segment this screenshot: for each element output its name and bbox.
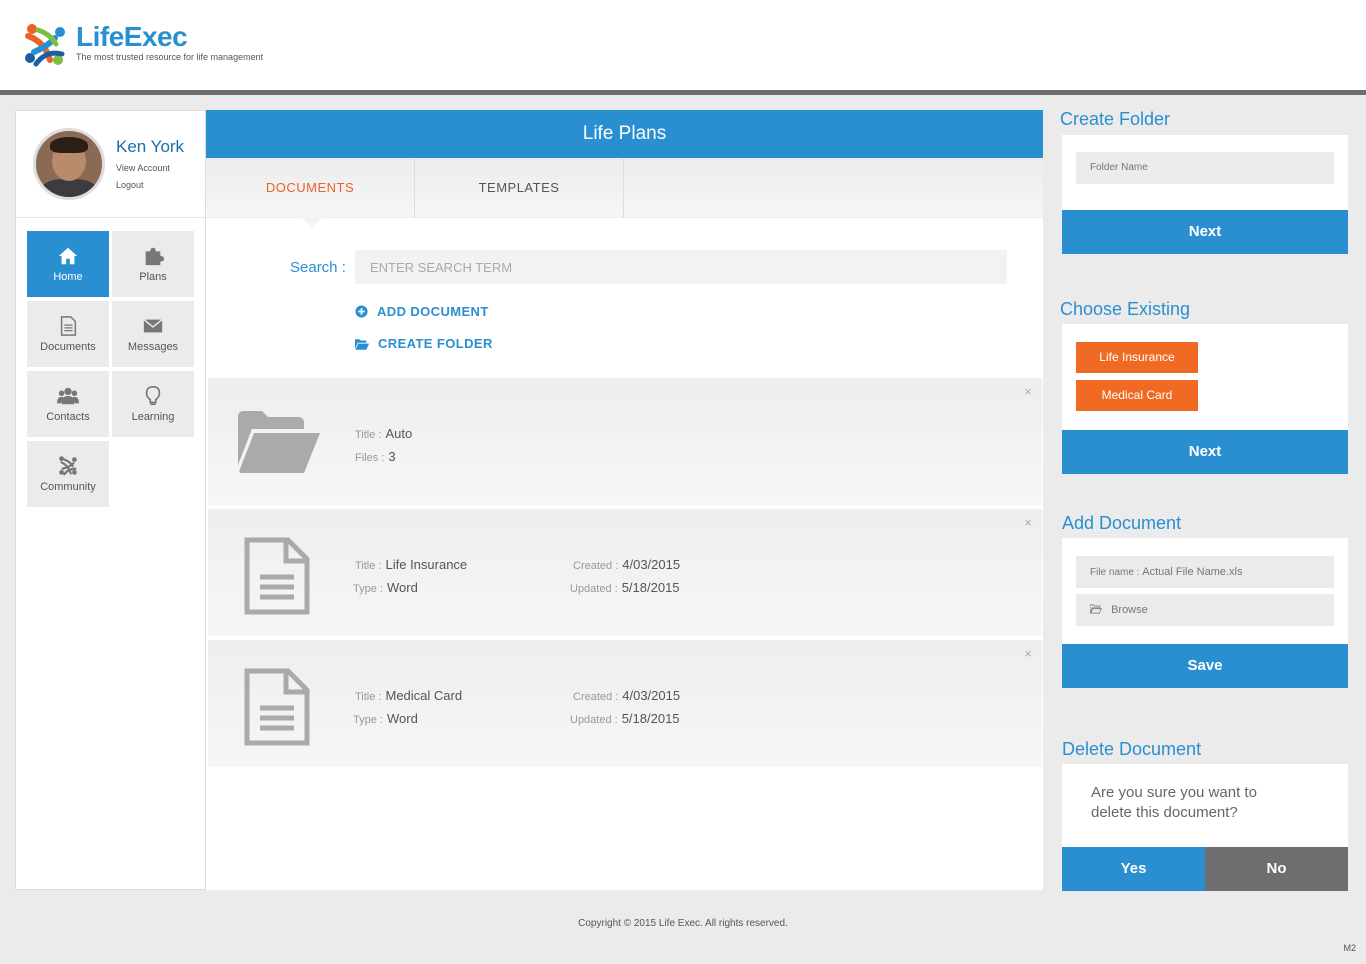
logo-mark-icon bbox=[20, 20, 70, 70]
view-account-link[interactable]: View Account bbox=[116, 163, 170, 173]
nav-item-plans[interactable]: Plans bbox=[112, 231, 194, 297]
item-title: Title : Medical Card bbox=[355, 688, 463, 703]
folder-open-icon bbox=[355, 338, 369, 350]
users-icon bbox=[57, 387, 79, 405]
search-input[interactable] bbox=[355, 250, 1007, 284]
document-card-medical-card[interactable]: × Title : Medical Card Type : Word Created… bbox=[208, 640, 1042, 767]
choose-existing-next-button[interactable]: Next bbox=[1062, 430, 1348, 474]
main-panel: Life Plans DOCUMENTS TEMPLATES Search : … bbox=[206, 110, 1043, 890]
nav-item-messages[interactable]: Messages bbox=[112, 301, 194, 367]
lightbulb-icon bbox=[145, 386, 161, 406]
remove-item-button[interactable]: × bbox=[1024, 646, 1032, 661]
delete-yes-button[interactable]: Yes bbox=[1062, 847, 1205, 891]
delete-no-button[interactable]: No bbox=[1205, 847, 1348, 891]
item-type: Type : Word bbox=[353, 580, 418, 595]
delete-document-title: Delete Document bbox=[1062, 739, 1202, 759]
document-icon bbox=[244, 537, 310, 615]
page-title: Life Plans bbox=[206, 110, 1043, 158]
folder-open-icon bbox=[1089, 604, 1102, 614]
active-tab-pointer bbox=[301, 217, 323, 228]
tab-templates[interactable]: TEMPLATES bbox=[415, 158, 624, 218]
nav-label: Plans bbox=[139, 271, 167, 283]
item-files: Files :3 bbox=[355, 449, 396, 464]
user-name: Ken York bbox=[116, 137, 185, 156]
choose-existing-panel: Life Insurance Medical Card bbox=[1062, 324, 1348, 430]
create-folder-next-button[interactable]: Next bbox=[1062, 210, 1348, 254]
folder-name-input[interactable] bbox=[1076, 152, 1334, 184]
logo[interactable]: LifeExec The most trusted resource for l… bbox=[20, 20, 263, 70]
folder-icon bbox=[238, 411, 320, 473]
file-name-field[interactable]: File name : Actual File Name.xls bbox=[1076, 556, 1334, 588]
brand-tagline: The most trusted resource for life manag… bbox=[76, 52, 264, 62]
browse-button[interactable]: Browse bbox=[1076, 594, 1334, 626]
document-icon bbox=[244, 668, 310, 746]
nav-label: Home bbox=[53, 271, 83, 283]
nav-label: Contacts bbox=[46, 411, 90, 423]
add-document-title: Add Document bbox=[1062, 513, 1182, 533]
footer-copyright: Copyright © 2015 Life Exec. All rights r… bbox=[578, 918, 788, 929]
add-document-panel: File name : Actual File Name.xls Browse bbox=[1062, 538, 1348, 644]
envelope-icon bbox=[143, 319, 163, 333]
nav-label: Messages bbox=[127, 341, 179, 353]
file-name-value: Actual File Name.xls bbox=[1142, 566, 1243, 578]
nav-label: Community bbox=[40, 481, 96, 493]
logout-link[interactable]: Logout bbox=[116, 180, 144, 190]
nav-item-home[interactable]: Home bbox=[27, 231, 109, 297]
add-document-label: ADD DOCUMENT bbox=[377, 304, 489, 319]
page-code: M2 bbox=[1343, 943, 1356, 953]
search-label: Search : bbox=[290, 259, 346, 276]
item-title: Title : Life Insurance bbox=[355, 557, 468, 572]
remove-item-button[interactable]: × bbox=[1024, 515, 1032, 530]
item-updated: Updated :5/18/2015 bbox=[570, 580, 680, 595]
nav-item-documents[interactable]: Documents bbox=[27, 301, 109, 367]
plus-circle-icon bbox=[355, 305, 368, 318]
avatar[interactable] bbox=[33, 128, 105, 200]
document-card-life-insurance[interactable]: × Title : Life Insurance Type : Word Creat… bbox=[208, 509, 1042, 636]
puzzle-icon bbox=[145, 247, 164, 266]
folder-card-auto[interactable]: × Title : Auto Files :3 bbox=[208, 378, 1042, 505]
tab-documents[interactable]: DOCUMENTS bbox=[206, 158, 415, 218]
tab-bar: DOCUMENTS TEMPLATES bbox=[206, 158, 1043, 218]
community-icon bbox=[59, 456, 77, 476]
document-icon bbox=[60, 316, 77, 336]
header: LifeExec The most trusted resource for l… bbox=[0, 0, 1366, 90]
brand-name: LifeExec bbox=[76, 21, 188, 52]
save-document-button[interactable]: Save bbox=[1062, 644, 1348, 688]
create-folder-link[interactable]: CREATE FOLDER bbox=[355, 336, 493, 351]
file-name-label: File name : bbox=[1090, 567, 1140, 578]
item-updated: Updated :5/18/2015 bbox=[570, 711, 680, 726]
nav-item-contacts[interactable]: Contacts bbox=[27, 371, 109, 437]
nav-item-learning[interactable]: Learning bbox=[112, 371, 194, 437]
nav-item-community[interactable]: Community bbox=[27, 441, 109, 507]
create-folder-label: CREATE FOLDER bbox=[378, 336, 493, 351]
create-folder-title: Create Folder bbox=[1060, 109, 1171, 129]
nav-label: Documents bbox=[40, 341, 96, 353]
sidebar: Ken York View Account Logout Home Plans … bbox=[15, 110, 206, 890]
user-profile: Ken York View Account Logout bbox=[16, 111, 205, 218]
item-created: Created :4/03/2015 bbox=[573, 557, 681, 572]
home-icon bbox=[58, 247, 78, 265]
choose-existing-title: Choose Existing bbox=[1060, 299, 1191, 319]
browse-label: Browse bbox=[1111, 604, 1148, 616]
existing-option-life-insurance[interactable]: Life Insurance bbox=[1076, 342, 1198, 373]
item-created: Created :4/03/2015 bbox=[573, 688, 681, 703]
add-document-link[interactable]: ADD DOCUMENT bbox=[355, 304, 489, 319]
nav-label: Learning bbox=[131, 411, 175, 423]
existing-option-medical-card[interactable]: Medical Card bbox=[1076, 380, 1198, 411]
delete-confirm-message: Are you sure you want to delete this doc… bbox=[1091, 784, 1257, 821]
item-title: Title : Auto bbox=[355, 426, 413, 441]
item-type: Type : Word bbox=[353, 711, 418, 726]
delete-document-panel: Are you sure you want to delete this doc… bbox=[1062, 764, 1348, 847]
header-divider bbox=[0, 90, 1366, 95]
create-folder-panel bbox=[1062, 135, 1348, 211]
remove-item-button[interactable]: × bbox=[1024, 384, 1032, 399]
